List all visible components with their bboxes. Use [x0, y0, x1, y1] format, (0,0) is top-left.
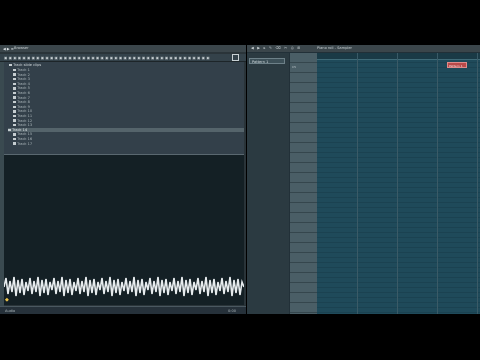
clip-icon — [13, 91, 16, 95]
piano-roll-titlebar: ◀ ▶ ▸ ✎ ⌫ ✂ ◎ ⊞ Piano roll - Sampler — [247, 45, 480, 52]
clip-label: Track 14 — [12, 127, 28, 132]
clip-label: Track 12 — [17, 118, 33, 123]
clip-icon — [13, 110, 16, 113]
clip-icon — [13, 105, 16, 109]
clip-label: Track 5 — [17, 86, 30, 91]
piano-grid: Pattern 1 — [317, 53, 480, 314]
clip-icon — [13, 82, 16, 86]
clip-label: Track 7 — [17, 95, 30, 100]
clip-label: Track 1 — [17, 68, 30, 72]
bar-line — [437, 53, 438, 314]
bar-line — [477, 53, 478, 314]
bar-line — [397, 53, 398, 314]
status-left: Audio — [5, 309, 16, 313]
clip-label: Track 13 — [17, 123, 33, 128]
pattern-block[interactable]: Pattern 1 — [447, 62, 467, 68]
clip-label: Track 10 — [17, 109, 33, 114]
waveform — [4, 276, 244, 297]
browser-panel: ◀ ▶ ≡ Browser ▣▣▣▣▣▣▣▣▣▣▣▣▣▣▣▣▣▣▣▣▣▣▣▣▣▣… — [0, 45, 246, 314]
play-icon[interactable]: ◆ — [5, 297, 9, 303]
clip-icon — [13, 100, 16, 104]
grid-header — [317, 53, 480, 60]
clip-label: Track 9 — [17, 104, 30, 109]
bar-line — [357, 53, 358, 314]
clip-icon — [13, 133, 16, 136]
clip-icon — [13, 142, 16, 145]
clip-label: Track 16 — [17, 137, 33, 141]
folder-label: Track slide clips — [13, 63, 42, 67]
clip-label: Track 8 — [17, 100, 30, 105]
clip-item[interactable]: Track 14 — [8, 127, 244, 133]
clip-icon — [13, 77, 16, 81]
channel-column: Pattern 1 — [247, 53, 289, 314]
clip-label: Track 11 — [17, 114, 33, 118]
clip-icon — [8, 128, 11, 132]
clip-label: Track 15 — [17, 132, 33, 137]
clip-icon — [13, 119, 16, 122]
piano-roll-window: ◀ ▶ ▸ ✎ ⌫ ✂ ◎ ⊞ Piano roll - Sampler Pat… — [247, 45, 480, 314]
browser-titlebar: ◀ ▶ ≡ Browser — [0, 45, 246, 52]
clip-label: Track 2 — [17, 72, 30, 77]
piano-roll-title: Piano roll - Sampler — [317, 46, 353, 51]
clip-label: Track 3 — [17, 77, 30, 82]
piano-keyboard: C5 — [290, 53, 317, 314]
clip-list: Track slide clips Track 1 Track 2 Track 3T… — [4, 62, 244, 154]
clip-label: Track 4 — [17, 81, 30, 86]
channel-label: Pattern 1 — [252, 59, 269, 64]
clip-icon — [13, 96, 16, 99]
clip-icon — [13, 137, 16, 141]
clip-icon — [13, 114, 16, 118]
clip-icon — [13, 87, 16, 90]
browser-toolbar: ▣▣▣▣▣▣▣▣▣▣▣▣▣▣▣▣▣▣▣▣▣▣▣▣▣▣▣▣▣▣▣▣▣▣▣▣▣▣▣▣… — [0, 54, 246, 62]
clip-label: Track 17 — [17, 141, 33, 146]
piano-tools-icons[interactable]: ◀ ▶ ▸ ✎ ⌫ ✂ ◎ ⊞ — [251, 46, 302, 50]
status-right: 0:00 — [228, 309, 237, 313]
browser-statusbar: Audio 0:00 — [0, 306, 246, 314]
clip-item[interactable]: Track 17 — [13, 142, 32, 146]
waveform-area: ◆ — [4, 155, 244, 305]
keyboard-white-keys — [290, 53, 317, 314]
clip-icon — [13, 123, 16, 127]
folder-row[interactable]: Track slide clips — [9, 63, 41, 67]
clip-icon — [13, 73, 16, 76]
channel-item[interactable]: Pattern 1 — [249, 58, 285, 64]
note-label-c5: C5 — [292, 65, 297, 69]
clip-icon — [13, 68, 16, 72]
browser-title: Browser — [14, 46, 29, 51]
pattern-block-label: Pattern 1 — [449, 63, 463, 68]
clip-label: Track 6 — [17, 91, 30, 95]
toolbar-close-icon[interactable] — [232, 54, 239, 61]
toolbar-icons[interactable]: ▣▣▣▣▣▣▣▣▣▣▣▣▣▣▣▣▣▣▣▣▣▣▣▣▣▣▣▣▣▣▣▣▣▣▣▣▣▣▣▣… — [4, 56, 211, 60]
browser-menu-icon[interactable]: ◀ ▶ ≡ — [3, 47, 14, 51]
folder-icon — [9, 63, 12, 67]
